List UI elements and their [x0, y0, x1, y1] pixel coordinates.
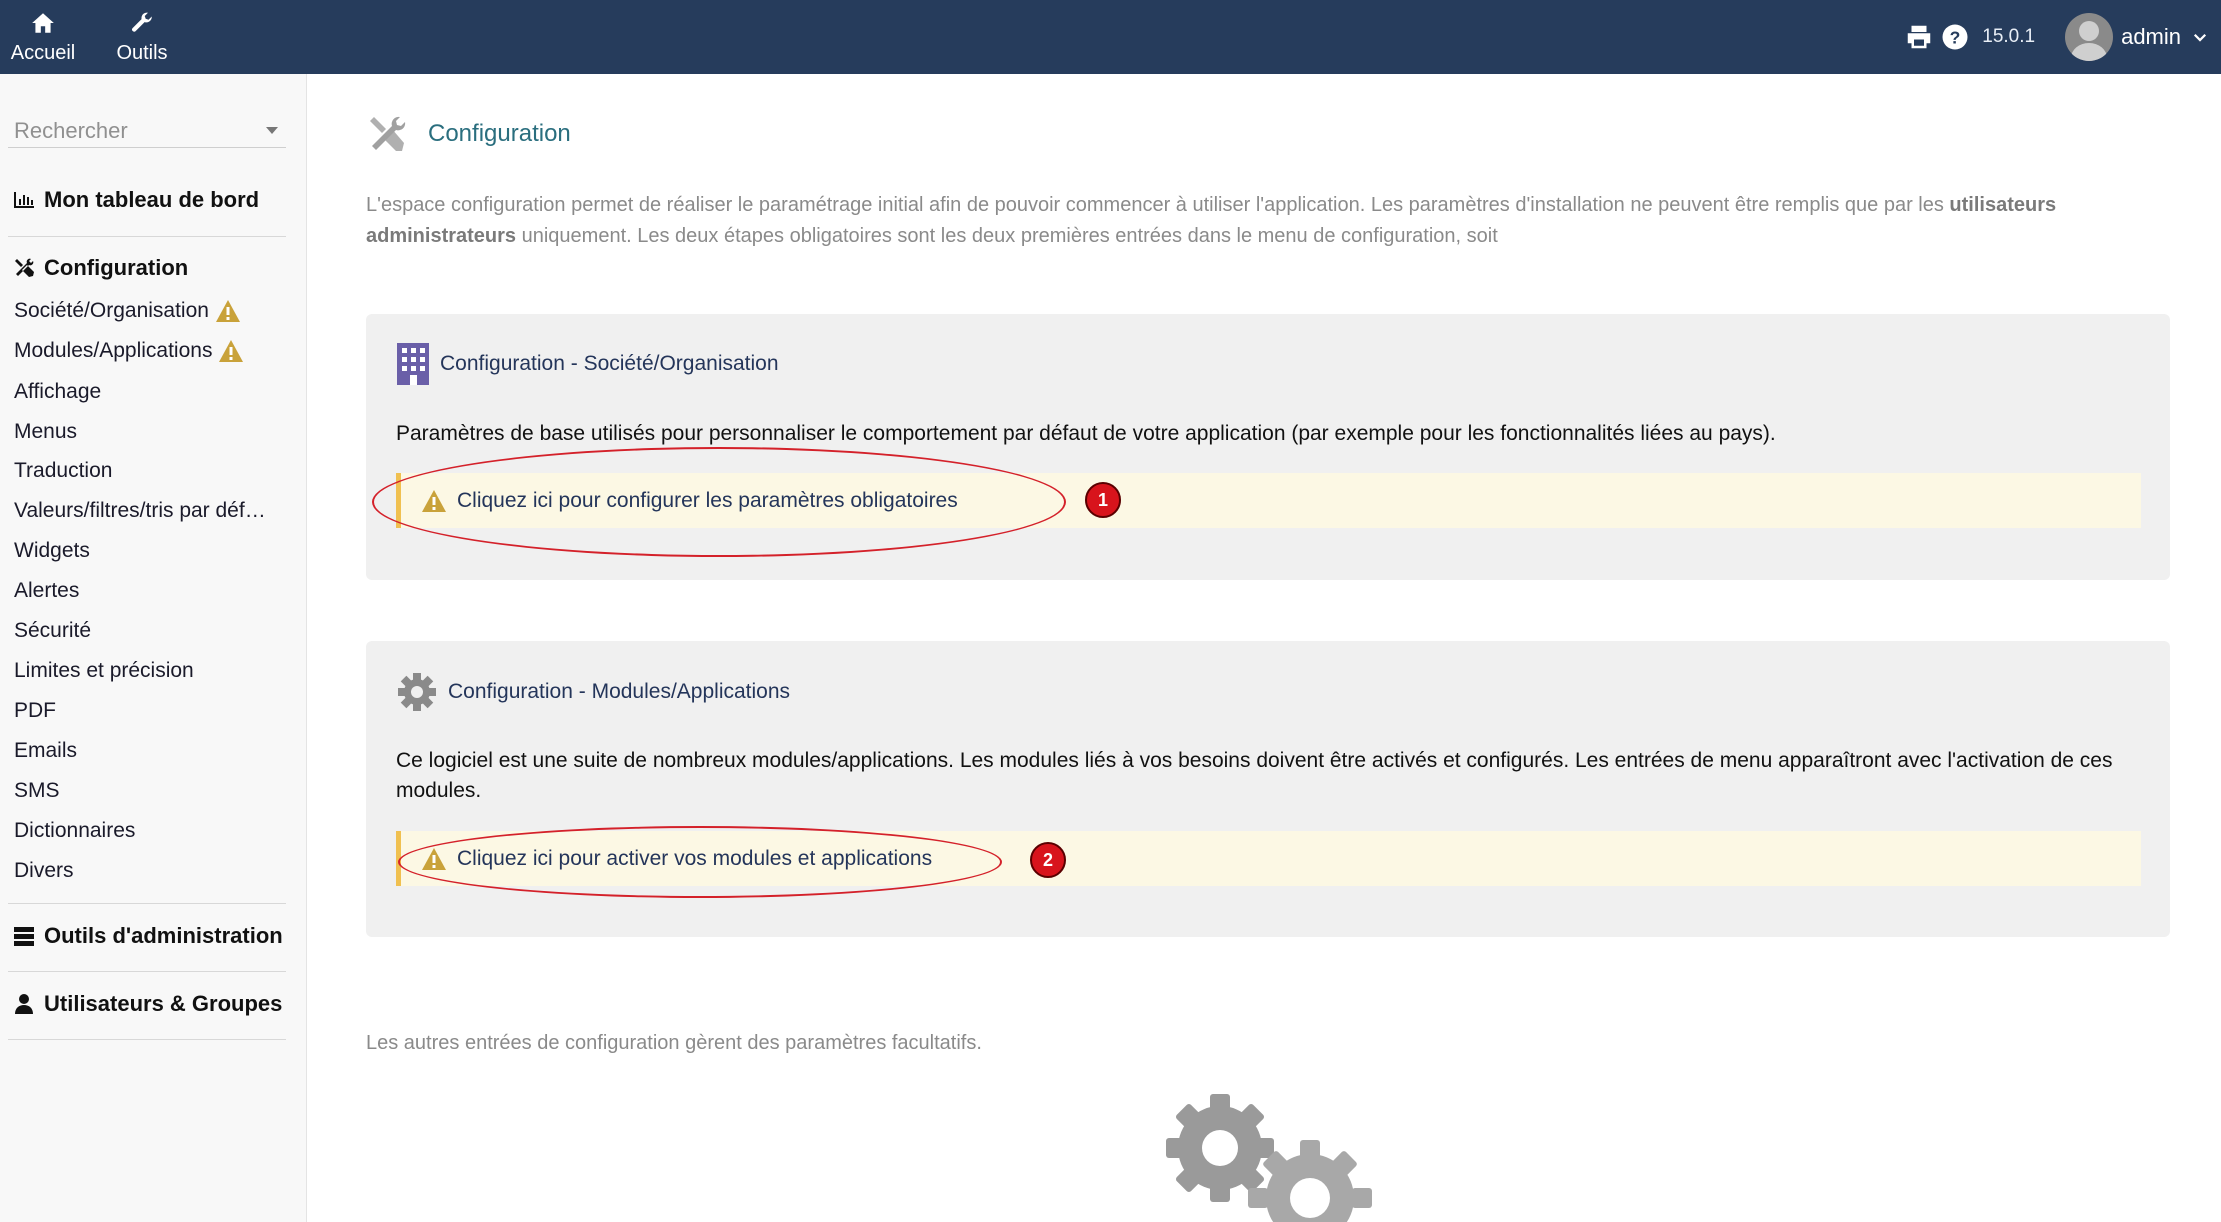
nav-home-label: Accueil: [10, 41, 76, 64]
sidebar-item-alertes[interactable]: Alertes: [14, 579, 79, 603]
sidebar-item-configuration[interactable]: Configuration: [12, 255, 188, 281]
sidebar-item-affichage[interactable]: Affichage: [14, 380, 101, 404]
sidebar-item-limites[interactable]: Limites et précision: [14, 659, 194, 683]
user-icon: [15, 994, 33, 1014]
divider: [8, 236, 286, 237]
sidebar-item-menus[interactable]: Menus: [14, 420, 77, 444]
wrench-icon: [132, 12, 152, 32]
sidebar-item-label: Divers: [14, 859, 74, 882]
sidebar-item-pdf[interactable]: PDF: [14, 699, 56, 723]
intro-part1: L'espace configuration permet de réalise…: [366, 194, 1950, 216]
sidebar-item-divers[interactable]: Divers: [14, 859, 74, 883]
footer-note: Les autres entrées de configuration gère…: [366, 1032, 982, 1054]
divider: [8, 971, 286, 972]
annotation-badge: 1: [1085, 482, 1121, 518]
sidebar-item-label: Widgets: [14, 539, 90, 562]
sidebar-item-label: Alertes: [14, 579, 80, 602]
chevron-down-icon[interactable]: [2191, 28, 2209, 46]
sidebar-item-label: Société/Organisation: [14, 299, 209, 322]
sidebar-item-label: Modules/Applications: [14, 339, 213, 362]
intro-part2: uniquement. Les deux étapes obligatoires…: [516, 225, 1498, 247]
sidebar-admin-tools-label: Outils d'administration: [44, 923, 283, 948]
annotation-ellipse: [372, 447, 1066, 557]
sidebar-item-label: Emails: [14, 739, 78, 762]
card-title[interactable]: Configuration - Modules/Applications: [448, 680, 790, 704]
sidebar: Rechercher Mon tableau de bord Configura…: [0, 74, 307, 1222]
home-icon: [32, 12, 54, 33]
nav-home[interactable]: Accueil: [8, 0, 78, 74]
sidebar-item-sms[interactable]: SMS: [14, 779, 60, 803]
card-title[interactable]: Configuration - Société/Organisation: [440, 352, 779, 376]
sidebar-item-label: Sécurité: [14, 619, 92, 642]
search-placeholder: Rechercher: [14, 117, 128, 143]
sidebar-item-traduction[interactable]: Traduction: [14, 459, 112, 483]
annotation-ellipse: [398, 826, 1002, 898]
user-name[interactable]: admin: [2121, 24, 2181, 50]
intro-text: L'espace configuration permet de réalise…: [366, 190, 2166, 252]
sidebar-item-valeurs[interactable]: Valeurs/filtres/tris par déf…: [14, 499, 266, 523]
version-label: 15.0.1: [1982, 26, 2036, 47]
sidebar-item-label: PDF: [14, 699, 56, 722]
sidebar-configuration-label: Configuration: [44, 255, 189, 280]
top-navbar: Accueil Outils ? 15.0.1 admin: [0, 0, 2221, 74]
sidebar-users-groups-label: Utilisateurs & Groupes: [44, 991, 283, 1016]
sidebar-item-label: SMS: [14, 779, 60, 802]
card-header: Configuration - Société/Organisation: [396, 342, 779, 386]
sidebar-item-label: Valeurs/filtres/tris par déf…: [14, 499, 266, 522]
sidebar-item-dashboard[interactable]: Mon tableau de bord: [12, 187, 259, 213]
sidebar-item-label: Dictionnaires: [14, 819, 136, 842]
chevron-down-icon: [266, 127, 278, 134]
sidebar-dashboard-label: Mon tableau de bord: [44, 187, 260, 212]
divider: [8, 1039, 286, 1040]
sidebar-item-societe[interactable]: Société/Organisation: [14, 299, 241, 323]
sidebar-item-securite[interactable]: Sécurité: [14, 619, 91, 643]
help-icon[interactable]: ?: [1940, 22, 1970, 52]
sidebar-item-widgets[interactable]: Widgets: [14, 539, 90, 563]
building-icon: [397, 343, 429, 385]
page-title: Configuration: [428, 120, 571, 147]
gear-icon: [398, 673, 436, 711]
nav-tools-label: Outils: [116, 41, 168, 64]
avatar[interactable]: [2065, 13, 2114, 61]
divider: [8, 903, 286, 904]
chart-icon: [14, 192, 34, 208]
sidebar-item-admin-tools[interactable]: Outils d'administration: [12, 923, 283, 949]
sidebar-item-label: Limites et précision: [14, 659, 194, 682]
nav-tools[interactable]: Outils: [110, 0, 174, 74]
card-description: Ce logiciel est une suite de nombreux mo…: [396, 749, 2113, 802]
sidebar-item-users-groups[interactable]: Utilisateurs & Groupes: [12, 991, 282, 1017]
sidebar-item-label: Traduction: [14, 459, 113, 482]
warning-icon: [219, 340, 244, 362]
sidebar-item-emails[interactable]: Emails: [14, 739, 77, 763]
tools-icon: [370, 116, 406, 151]
sidebar-item-label: Affichage: [14, 380, 102, 403]
printer-icon[interactable]: [1904, 22, 1934, 52]
card-description: Paramètres de base utilisés pour personn…: [396, 422, 1776, 445]
sidebar-item-modules[interactable]: Modules/Applications: [14, 339, 244, 363]
svg-text:?: ?: [1950, 27, 1961, 47]
card-header: Configuration - Modules/Applications: [396, 671, 790, 713]
warning-icon: [215, 300, 240, 322]
sidebar-item-label: Menus: [14, 420, 78, 443]
tools-icon: [15, 258, 34, 277]
annotation-badge: 2: [1030, 842, 1066, 878]
sidebar-item-dictionnaires[interactable]: Dictionnaires: [14, 819, 135, 843]
gears-icon: [1166, 1094, 1372, 1222]
search-select[interactable]: Rechercher: [8, 114, 286, 148]
server-icon: [14, 927, 34, 946]
